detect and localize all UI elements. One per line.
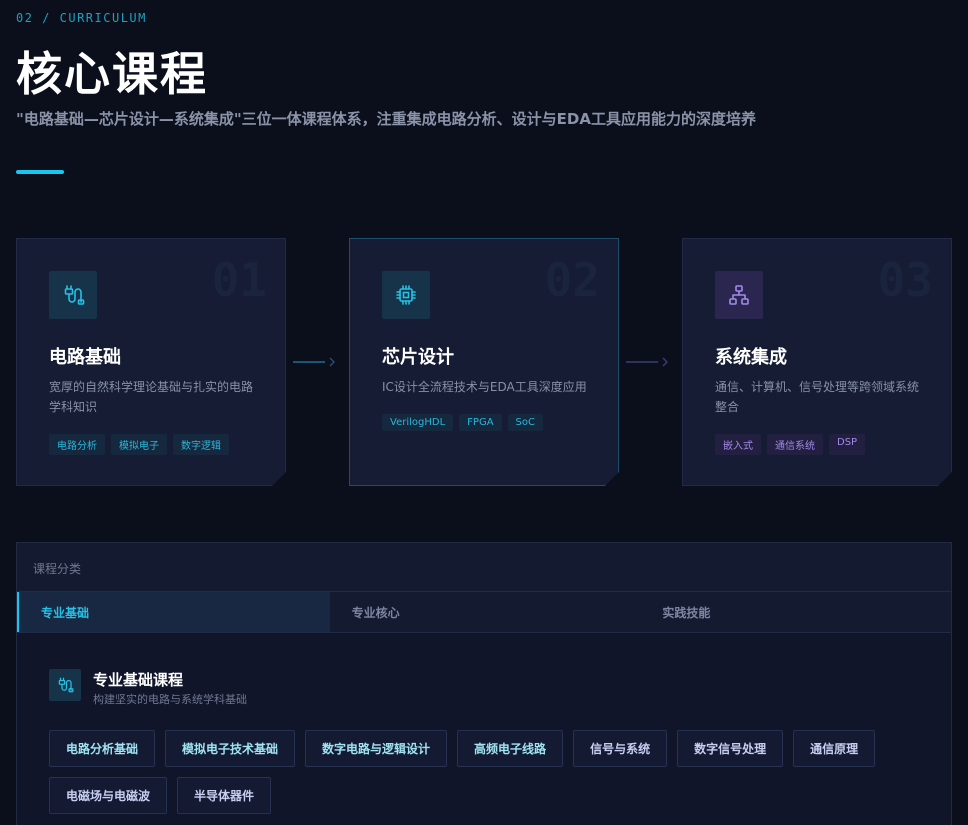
section-eyebrow: 02 / CURRICULUM <box>16 11 147 25</box>
pillar-number: 02 <box>544 253 600 307</box>
pillar-card-chip[interactable]: 02 芯片设计 IC设计全流程技术与EDA工具深度应用 VerilogHDL F… <box>349 238 619 486</box>
tab-practice[interactable]: 实践技能 <box>640 592 951 632</box>
pillar-tags: 嵌入式 通信系统 DSP <box>715 434 865 455</box>
pillar-description: 宽厚的自然科学理论基础与扎实的电路学科知识 <box>49 380 254 414</box>
course-chip[interactable]: 数字电路与逻辑设计 <box>305 730 448 767</box>
course-chip[interactable]: 数字信号处理 <box>677 730 784 767</box>
pillar-number: 03 <box>877 253 933 307</box>
chip-icon <box>382 271 430 319</box>
arrow-right-icon <box>293 357 335 367</box>
tab-core[interactable]: 专业核心 <box>330 592 641 632</box>
course-chip[interactable]: 信号与系统 <box>573 730 668 767</box>
content-subtitle: 构建坚实的电路与系统学科基础 <box>93 693 247 706</box>
course-tabs: 专业基础 专业核心 实践技能 <box>17 591 951 633</box>
pillar-tag: 嵌入式 <box>715 434 761 455</box>
pillar-tag: 电路分析 <box>49 434 105 455</box>
pillar-tag: FPGA <box>459 414 501 431</box>
course-chip[interactable]: 半导体器件 <box>177 777 272 814</box>
course-chip[interactable]: 电磁场与电磁波 <box>49 777 168 814</box>
pillar-title: 芯片设计 <box>382 347 454 368</box>
pillar-tag: VerilogHDL <box>382 414 453 431</box>
course-list: 电路分析基础 模拟电子技术基础 数字电路与逻辑设计 高频电子线路 信号与系统 数… <box>49 730 929 814</box>
pillar-tag: 模拟电子 <box>111 434 167 455</box>
course-chip[interactable]: 电路分析基础 <box>49 730 156 767</box>
content-title: 专业基础课程 <box>93 671 184 689</box>
pillar-tag: DSP <box>829 434 865 455</box>
circuit-plug-icon <box>49 669 81 701</box>
pillar-card-circuit[interactable]: 01 电路基础 宽厚的自然科学理论基础与扎实的电路学科知识 电路分析 模拟电子 … <box>16 238 286 486</box>
pillar-card-system[interactable]: 03 系统集成 通信、计算机、信号处理等跨领域系统整合 嵌入式 通信系统 DSP <box>682 238 952 486</box>
page-title: 核心课程 <box>16 47 208 101</box>
tab-content: 专业基础课程 构建坚实的电路与系统学科基础 电路分析基础 模拟电子技术基础 数字… <box>17 633 951 825</box>
pillar-description: 通信、计算机、信号处理等跨领域系统整合 <box>715 380 920 414</box>
arrow-right-icon <box>626 357 668 367</box>
pillar-tag: SoC <box>508 414 543 431</box>
pillar-description: IC设计全流程技术与EDA工具深度应用 <box>382 380 587 394</box>
pillar-tags: VerilogHDL FPGA SoC <box>382 414 543 431</box>
course-chip[interactable]: 高频电子线路 <box>457 730 564 767</box>
pillar-title: 系统集成 <box>715 347 787 368</box>
tab-foundation[interactable]: 专业基础 <box>17 592 330 632</box>
course-category-panel: 课程分类 专业基础 专业核心 实践技能 专业基础课程 构建坚实的电路与系统学科基… <box>16 542 952 825</box>
pillar-tag: 通信系统 <box>767 434 823 455</box>
pillar-tag: 数字逻辑 <box>173 434 229 455</box>
circuit-plug-icon <box>49 271 97 319</box>
panel-label: 课程分类 <box>33 562 82 576</box>
pillar-tags: 电路分析 模拟电子 数字逻辑 <box>49 434 229 455</box>
course-chip[interactable]: 通信原理 <box>793 730 876 767</box>
pillar-number: 01 <box>211 253 267 307</box>
accent-bar <box>16 170 64 174</box>
course-chip[interactable]: 模拟电子技术基础 <box>165 730 296 767</box>
page-subtitle: "电路基础—芯片设计—系统集成"三位一体课程体系，注重集成电路分析、设计与EDA… <box>16 110 756 128</box>
pillar-title: 电路基础 <box>49 347 121 368</box>
network-icon <box>715 271 763 319</box>
